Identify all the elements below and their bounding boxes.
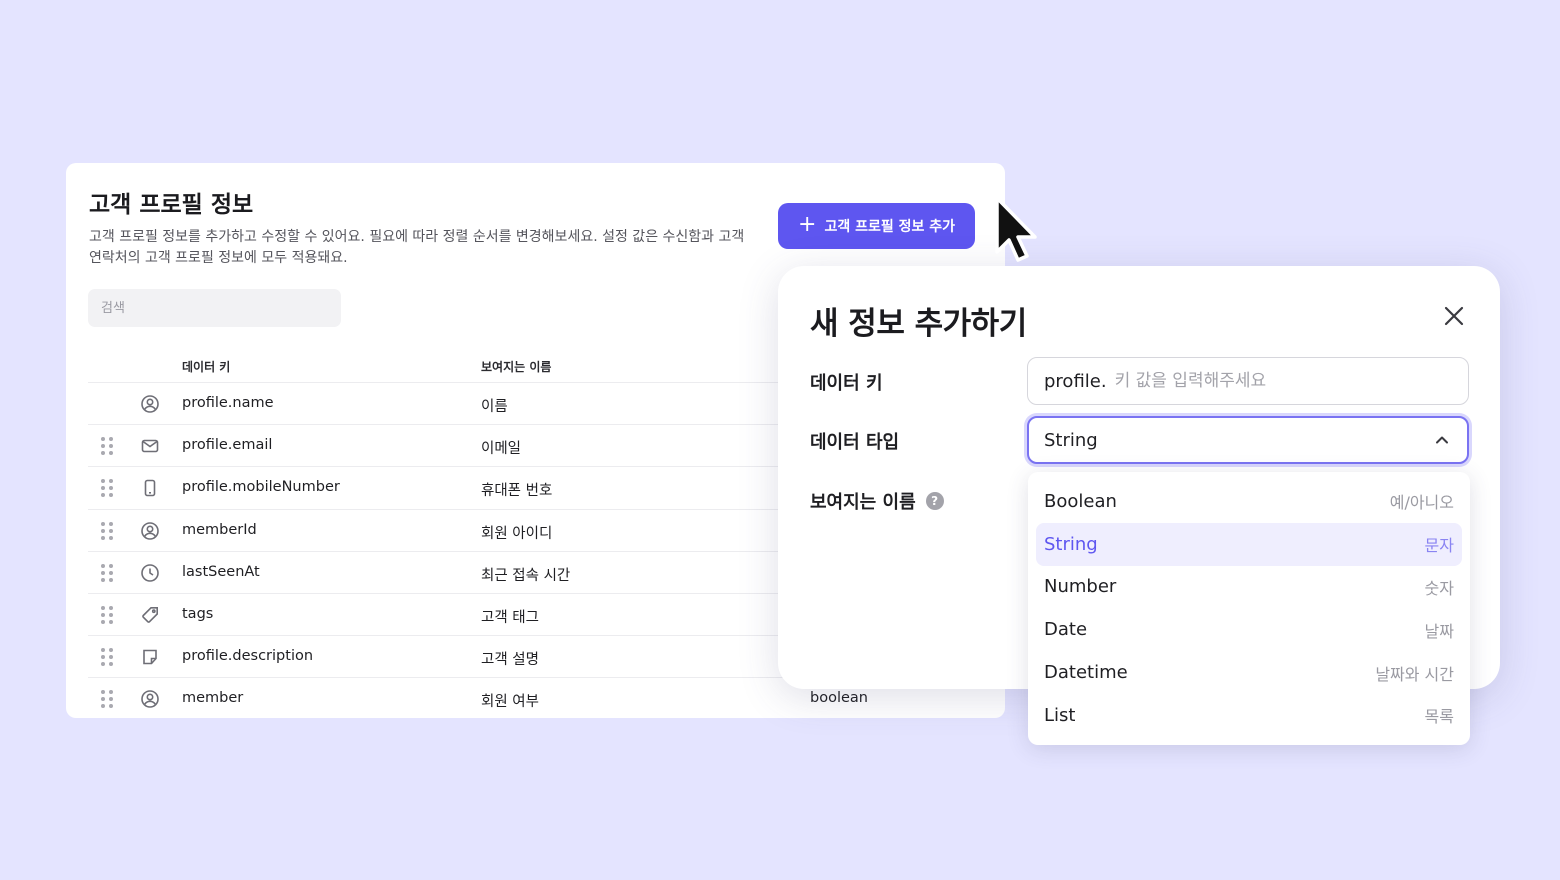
- page-description: 고객 프로필 정보를 추가하고 수정할 수 있어요. 필요에 따라 정렬 순서를…: [89, 229, 745, 266]
- drag-handle-icon[interactable]: [101, 479, 113, 498]
- option-label: Datetime: [1044, 662, 1128, 684]
- option-description: 날짜: [1424, 621, 1454, 641]
- row-display-name: 휴대폰 번호: [481, 483, 553, 500]
- data-type-label: 데이터 타입: [810, 432, 900, 453]
- chevron-up-icon: [1436, 436, 1448, 444]
- row-display-name: 고객 태그: [481, 609, 539, 626]
- dropdown-option-number[interactable]: Number 숫자: [1036, 566, 1462, 609]
- page-title: 고객 프로필 정보: [89, 192, 254, 218]
- row-data-key: lastSeenAt: [182, 563, 260, 580]
- close-icon: [1444, 306, 1464, 326]
- data-key-prefix: profile.: [1044, 370, 1107, 392]
- row-data-key: profile.mobileNumber: [182, 479, 340, 496]
- drag-handle-icon[interactable]: [101, 648, 113, 667]
- user-circle-icon: [140, 521, 160, 541]
- row-display-name: 회원 여부: [481, 694, 539, 711]
- drag-handle-icon[interactable]: [101, 690, 113, 709]
- option-label: String: [1044, 533, 1098, 555]
- data-key-input[interactable]: [1114, 371, 1468, 391]
- add-profile-info-button[interactable]: + 고객 프로필 정보 추가: [778, 203, 975, 249]
- row-data-key: tags: [182, 605, 214, 622]
- user-circle-icon: [140, 689, 160, 709]
- note-icon: [140, 647, 160, 667]
- mouse-cursor-icon: [995, 196, 1037, 262]
- dropdown-option-boolean[interactable]: Boolean 예/아니오: [1036, 480, 1462, 523]
- plus-icon: +: [798, 212, 817, 237]
- row-data-type: boolean: [810, 690, 868, 707]
- row-data-key: member: [182, 690, 244, 707]
- row-data-key: profile.email: [182, 437, 273, 454]
- dropdown-option-string[interactable]: String 문자: [1036, 522, 1462, 566]
- dialog-title: 새 정보 추가하기: [810, 306, 1027, 342]
- data-key-field[interactable]: profile.: [1027, 357, 1469, 405]
- row-display-name: 회원 아이디: [481, 525, 553, 542]
- data-type-select[interactable]: String: [1027, 416, 1469, 464]
- display-name-label: 보여지는 이름: [810, 492, 916, 513]
- close-button[interactable]: [1438, 300, 1470, 332]
- data-type-selected-value: String: [1044, 429, 1098, 451]
- column-header-display-name: 보여지는 이름: [481, 360, 552, 374]
- option-description: 문자: [1424, 536, 1454, 556]
- option-description: 목록: [1424, 707, 1454, 727]
- row-display-name: 고객 설명: [481, 652, 539, 669]
- clock-icon: [140, 563, 160, 583]
- mail-icon: [140, 436, 160, 456]
- option-label: Boolean: [1044, 490, 1117, 512]
- drag-handle-icon[interactable]: [101, 563, 113, 582]
- drag-handle-icon[interactable]: [101, 521, 113, 540]
- add-profile-info-button-label: 고객 프로필 정보 추가: [824, 219, 955, 235]
- dropdown-option-date[interactable]: Date 날짜: [1036, 608, 1462, 651]
- search-input[interactable]: [88, 289, 341, 327]
- display-name-label-row: 보여지는 이름 ?: [810, 488, 944, 514]
- mobile-icon: [140, 478, 160, 498]
- option-label: Date: [1044, 619, 1088, 641]
- row-data-key: profile.description: [182, 648, 314, 665]
- row-data-key: memberId: [182, 521, 257, 538]
- drag-handle-icon[interactable]: [101, 605, 113, 624]
- option-label: List: [1044, 704, 1076, 726]
- dropdown-option-datetime[interactable]: Datetime 날짜와 시간: [1036, 651, 1462, 694]
- row-data-key: profile.name: [182, 395, 274, 411]
- dropdown-option-list[interactable]: List 목록: [1036, 694, 1462, 737]
- option-description: 날짜와 시간: [1375, 664, 1454, 684]
- drag-handle-icon[interactable]: [101, 437, 113, 456]
- data-type-dropdown: Boolean 예/아니오 String 문자 Number 숫자 Date 날…: [1028, 472, 1470, 745]
- help-icon[interactable]: ?: [925, 492, 944, 510]
- option-description: 숫자: [1424, 578, 1454, 598]
- option-description: 예/아니오: [1389, 493, 1454, 513]
- tag-icon: [140, 605, 160, 625]
- row-display-name: 이메일: [481, 441, 522, 458]
- option-label: Number: [1044, 576, 1117, 598]
- column-header-data-key: 데이터 키: [182, 360, 231, 374]
- row-display-name: 최근 접속 시간: [481, 567, 571, 584]
- data-key-label: 데이터 키: [810, 373, 883, 394]
- row-display-name: 이름: [481, 399, 508, 415]
- user-circle-icon: [140, 394, 160, 414]
